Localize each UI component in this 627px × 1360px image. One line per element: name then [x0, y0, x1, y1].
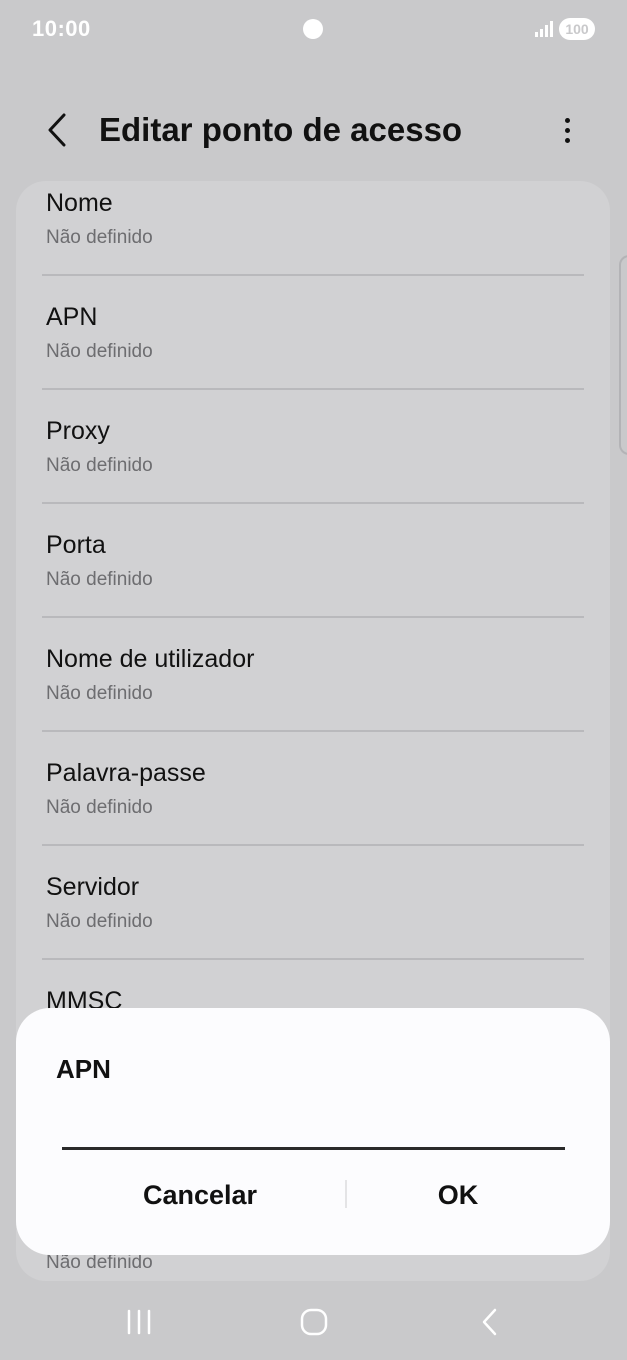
setting-title: Porta: [46, 531, 106, 559]
setting-item-proxy[interactable]: Proxy Não definido: [16, 409, 610, 523]
setting-item-apn[interactable]: APN Não definido: [16, 295, 610, 409]
recents-icon: [127, 1309, 151, 1335]
app-header: Editar ponto de acesso: [0, 100, 627, 160]
setting-item-server[interactable]: Servidor Não definido: [16, 865, 610, 979]
more-options-button[interactable]: [548, 108, 586, 152]
back-button[interactable]: [38, 110, 78, 150]
setting-item-nome[interactable]: Nome Não definido: [16, 181, 610, 295]
scroll-indicator[interactable]: [619, 255, 627, 455]
divider: [42, 502, 584, 504]
setting-item-username[interactable]: Nome de utilizador Não definido: [16, 637, 610, 751]
divider: [42, 388, 584, 390]
setting-value: Não definido: [46, 683, 153, 704]
nav-back-button[interactable]: [460, 1300, 520, 1344]
camera-dot: [303, 19, 323, 39]
back-icon: [482, 1308, 497, 1336]
divider: [42, 616, 584, 618]
signal-icon: [535, 21, 553, 37]
status-icons: 100: [535, 18, 595, 40]
setting-title: Palavra-passe: [46, 759, 206, 787]
more-vertical-icon: [564, 117, 570, 123]
chevron-left-icon: [48, 113, 66, 147]
setting-value: Não definido: [46, 455, 153, 476]
divider: [42, 844, 584, 846]
dialog-title: APN: [56, 1054, 111, 1084]
status-time: 10:00: [32, 16, 91, 41]
navigation-bar: [0, 1290, 627, 1360]
setting-title: Nome: [46, 189, 113, 217]
apn-dialog: APN Cancelar OK: [16, 1008, 610, 1255]
setting-value: Não definido: [46, 569, 153, 590]
setting-title: APN: [46, 303, 98, 331]
cancel-button[interactable]: Cancelar: [72, 1168, 328, 1222]
setting-item-porta[interactable]: Porta Não definido: [16, 523, 610, 637]
battery-icon: 100: [559, 18, 595, 40]
divider: [42, 958, 584, 960]
home-button[interactable]: [284, 1300, 344, 1344]
page-title: Editar ponto de acesso: [99, 111, 463, 148]
divider: [42, 274, 584, 276]
setting-title: Proxy: [46, 417, 110, 445]
setting-title: Nome de utilizador: [46, 645, 255, 673]
setting-item-password[interactable]: Palavra-passe Não definido: [16, 751, 610, 865]
setting-value: Não definido: [46, 341, 153, 362]
dialog-buttons: Cancelar OK: [16, 1168, 610, 1222]
recents-button[interactable]: [109, 1300, 169, 1344]
setting-value: Não definido: [46, 911, 153, 932]
ok-button[interactable]: OK: [330, 1168, 586, 1222]
home-icon: [300, 1308, 328, 1336]
divider: [42, 730, 584, 732]
setting-value: Não definido: [46, 797, 153, 818]
setting-value: Não definido: [46, 227, 153, 248]
apn-input[interactable]: [62, 1104, 565, 1150]
setting-title: Servidor: [46, 873, 140, 901]
